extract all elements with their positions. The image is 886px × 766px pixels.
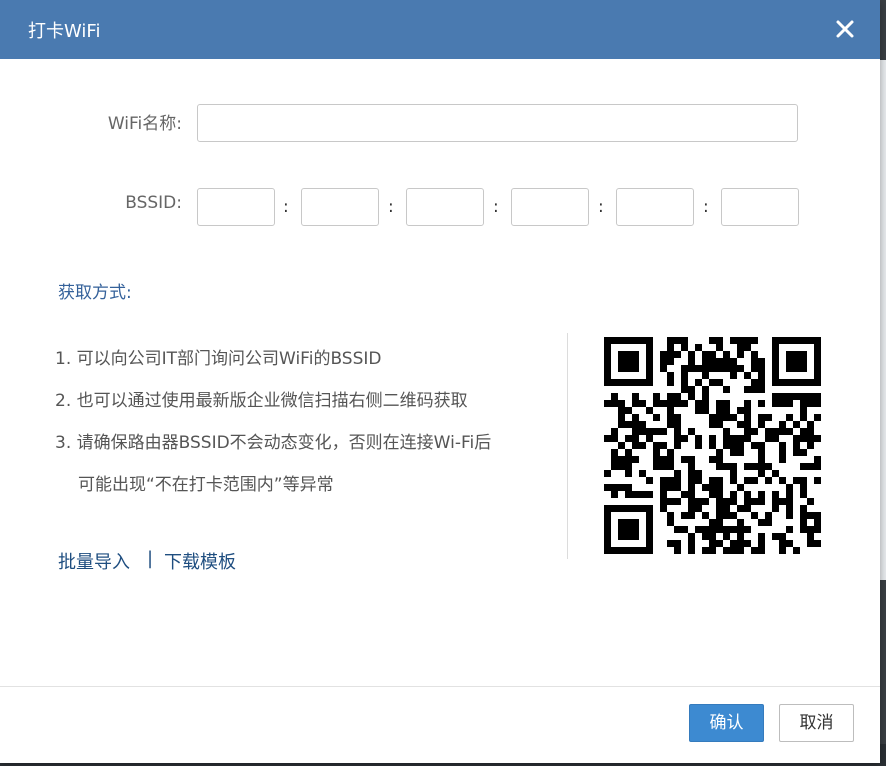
tip-item: 3. 请确保路由器BSSID不会动态变化，否则在连接Wi-Fi后 [55,433,492,453]
bssid-segment-6[interactable] [721,188,799,226]
bssid-separator: : [283,197,289,217]
bssid-segment-4[interactable] [511,188,589,226]
close-icon[interactable] [830,14,860,44]
dialog-title: 打卡WiFi [28,21,101,42]
bssid-segment-2[interactable] [301,188,379,226]
wifi-name-label: WiFi名称: [107,114,182,134]
tip-item: 1. 可以向公司IT部门询问公司WiFi的BSSID [55,349,382,369]
bssid-segment-1[interactable] [197,188,275,226]
download-template-link[interactable]: 下载模板 [164,548,236,574]
cancel-button[interactable]: 取消 [779,704,854,742]
bssid-label: BSSID: [125,193,182,213]
background-page-edge [880,60,886,580]
dialog-titlebar: 打卡WiFi [0,0,880,59]
vertical-divider [567,333,568,559]
batch-import-link[interactable]: 批量导入 [58,548,130,574]
bssid-separator: : [703,197,709,217]
bssid-segment-5[interactable] [616,188,694,226]
bssid-separator: : [493,197,499,217]
link-separator: | [147,548,154,569]
tip-item: 可能出现“不在打卡范围内”等异常 [78,475,334,495]
wifi-checkin-dialog: 打卡WiFi WiFi名称: BSSID: : : : : : 获取方式: 1.… [0,0,880,763]
bssid-segment-3[interactable] [406,188,484,226]
bssid-separator: : [388,197,394,217]
wifi-name-input[interactable] [197,104,798,142]
qr-code-icon [604,337,821,554]
tip-item: 2. 也可以通过使用最新版企业微信扫描右侧二维码获取 [55,391,468,411]
confirm-button[interactable]: 确认 [689,704,764,742]
bssid-separator: : [598,197,604,217]
howto-title: 获取方式: [58,283,132,303]
